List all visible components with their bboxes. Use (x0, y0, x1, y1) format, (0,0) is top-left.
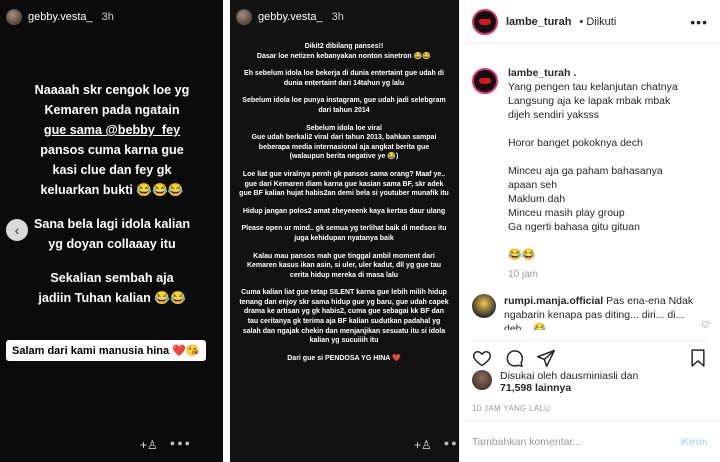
story-paragraph: Hidup jangan polos2 amat zheyeeenk kaya … (242, 207, 446, 215)
story-username-right: gebby.vesta_ (258, 11, 323, 23)
story-line: pansos cuma karna gue (40, 143, 184, 157)
story-header-left: gebby.vesta_ 3h (6, 9, 114, 25)
story-time-left: 3h (101, 11, 114, 23)
story-paragraph: Cuma kalian liat gue tetap SILENT karna … (239, 289, 449, 345)
account-avatar[interactable] (472, 8, 498, 35)
likes-summary: Disukai oleh dausminiasli dan 71,598 lai… (472, 370, 710, 394)
story-username-left: gebby.vesta_ (28, 11, 93, 23)
post-time-ago: 10 JAM YANG LALU (472, 404, 551, 413)
story-avatar-right (236, 9, 252, 25)
post-actions (472, 340, 708, 368)
add-comment-bar: Kirim (460, 420, 720, 462)
add-comment-input[interactable] (472, 435, 682, 448)
more-dots-icon[interactable]: ●●● (444, 438, 459, 452)
caption-line: lambe_turah . (508, 67, 577, 79)
add-person-icon[interactable]: +♙ (140, 438, 158, 452)
comment-item: rumpi.manja.official Pas ena-ena Ndak ng… (472, 294, 710, 330)
story-line: Sana bela lagi idola kalian (33, 217, 191, 231)
caption-line (508, 234, 678, 248)
story-avatar-left (6, 9, 22, 25)
story-line: jadiin Tuhan kalian 😂😂 (38, 291, 186, 305)
story-line: kasi clue dan fey gk (52, 163, 172, 177)
post-caption: lambe_turah . Yang pengen tau kelanjutan… (472, 66, 710, 282)
likes-line: Disukai oleh dausminiasli dan (500, 370, 639, 382)
story-paragraph: Please open ur mind.. gk semua yg terlih… (241, 225, 447, 242)
comment-icon[interactable] (504, 348, 524, 368)
account-username[interactable]: lambe_turah (506, 16, 571, 28)
story-screenshot-left: gebby.vesta_ 3h Naaaah skr cengok loe yg… (0, 0, 223, 462)
story-line: gue sama @bebby_fey (43, 123, 181, 137)
comment-like-heart-icon[interactable]: ♡ (701, 320, 710, 331)
likes-count: 71,598 lainnya (500, 382, 572, 394)
story-time-right: 3h (331, 11, 344, 23)
story-paragraph: Dari gue si PENDOSA YG HINA ❤️ (287, 354, 401, 362)
story-banner: Salam dari kami manusia hina ❤️😘 (6, 340, 206, 361)
story-text-right: Dikit2 dibilang panses!! Dasar loe netiz… (238, 42, 450, 371)
story-paragraph: Loe liat gue viralnya pernh gk pansos sa… (239, 170, 449, 198)
post-side-panel: lambe_turah • Diikuti ••• lambe_turah . … (459, 0, 720, 462)
bookmark-icon[interactable] (688, 348, 708, 368)
caption-line: Yang pengen tau kelanjutan chatnya (508, 81, 678, 93)
caption-avatar[interactable] (472, 68, 498, 94)
caption-line: Maklum dah (508, 193, 566, 205)
post-header: lambe_turah • Diikuti ••• (460, 0, 720, 44)
caption-line: Minceu masih play group (508, 207, 625, 219)
story-line: keluarkan bukti 😂😂😂 (40, 183, 184, 197)
story-divider (223, 0, 230, 462)
commenter-avatar[interactable] (472, 294, 496, 318)
story-line: Kemaren pada ngatain (44, 103, 180, 117)
follow-status[interactable]: • Diikuti (579, 16, 616, 28)
add-person-icon[interactable]: +♙ (414, 438, 432, 452)
caption-line: apaan seh (508, 179, 558, 191)
post-media: gebby.vesta_ 3h Naaaah skr cengok loe yg… (0, 0, 459, 462)
caption-line: Minceu aja ga paham bahasanya (508, 165, 663, 177)
story-footer-right: +♙ ●●● (414, 438, 459, 452)
liker-avatar[interactable] (472, 370, 492, 390)
more-dots-icon[interactable]: ●●● (170, 438, 192, 452)
caption-line: Horor banget pokoknya dech (508, 137, 643, 149)
story-text-left: Naaaah skr cengok loe yg Kemaren pada ng… (12, 80, 212, 308)
story-spacer (12, 200, 212, 214)
story-paragraph: Sebelum idola loe punya instagram, gue u… (242, 97, 446, 114)
story-header-right: gebby.vesta_ 3h (236, 9, 344, 25)
caption-line: Ga ngerti bahasa gitu gituan (508, 221, 640, 233)
caption-line: Langsung aja ke lapak mbak mbak (508, 95, 671, 107)
story-line: Sekalian sembah aja (50, 271, 174, 285)
caption-line: dijeh sendiri yaksss (508, 109, 600, 121)
heart-icon[interactable] (472, 348, 492, 368)
story-line: yg doyan collaaay itu (48, 237, 176, 251)
caption-timestamp[interactable]: 10 jam (508, 268, 678, 282)
story-screenshot-right: gebby.vesta_ 3h Dikit2 dibilang panses!!… (230, 0, 459, 462)
comment-body: rumpi.manja.official Pas ena-ena Ndak ng… (504, 294, 710, 330)
story-paragraph: Eh sebelum idola loe bekerja di dunia en… (244, 70, 444, 87)
likes-text[interactable]: Disukai oleh dausminiasli dan 71,598 lai… (500, 370, 638, 394)
story-line: Naaaah skr cengok loe yg (34, 83, 190, 97)
caption-line (508, 150, 678, 164)
more-options-icon[interactable]: ••• (690, 14, 708, 30)
send-comment-button[interactable]: Kirim (681, 436, 708, 448)
story-spacer (12, 254, 212, 268)
commenter-username[interactable]: rumpi.manja.official (504, 295, 603, 307)
caption-text: lambe_turah . Yang pengen tau kelanjutan… (508, 66, 678, 282)
share-icon[interactable] (536, 348, 556, 368)
previous-slide-button[interactable]: ‹ (6, 219, 28, 241)
story-paragraph: Dikit2 dibilang panses!! Dasar loe netiz… (256, 43, 432, 60)
caption-line: 😂😂 (508, 249, 536, 261)
caption-line (508, 122, 678, 136)
story-paragraph: Kalau mau pansos mah gue tinggal ambil m… (246, 252, 442, 279)
story-paragraph: Sebelum idola loe viral Gue udah berkali… (251, 124, 437, 161)
story-footer-left: +♙ ●●● (140, 438, 192, 452)
